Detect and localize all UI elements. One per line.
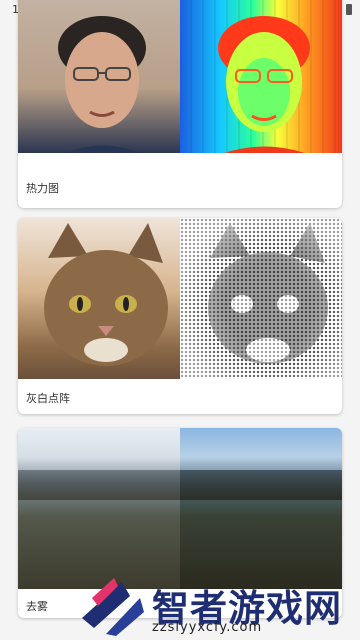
dehazed-landscape-image (180, 428, 342, 589)
original-cat-image (18, 218, 180, 379)
watermark-logo (82, 578, 144, 636)
effect-card-heatmap[interactable]: 热力图 (18, 0, 342, 208)
heatmap-face-image (180, 0, 342, 153)
original-face-image (18, 0, 180, 153)
card-label: 去雾 (26, 600, 48, 613)
dot-matrix-cat-image (180, 218, 342, 379)
watermark-subtitle: zzslyyxcfy.com (152, 620, 263, 635)
effect-card-dot-matrix[interactable]: 灰白点阵 (18, 218, 342, 414)
battery-icon (346, 4, 352, 15)
card-label: 灰白点阵 (26, 392, 70, 405)
card-label: 热力图 (26, 182, 59, 195)
hazy-landscape-image (18, 428, 180, 589)
